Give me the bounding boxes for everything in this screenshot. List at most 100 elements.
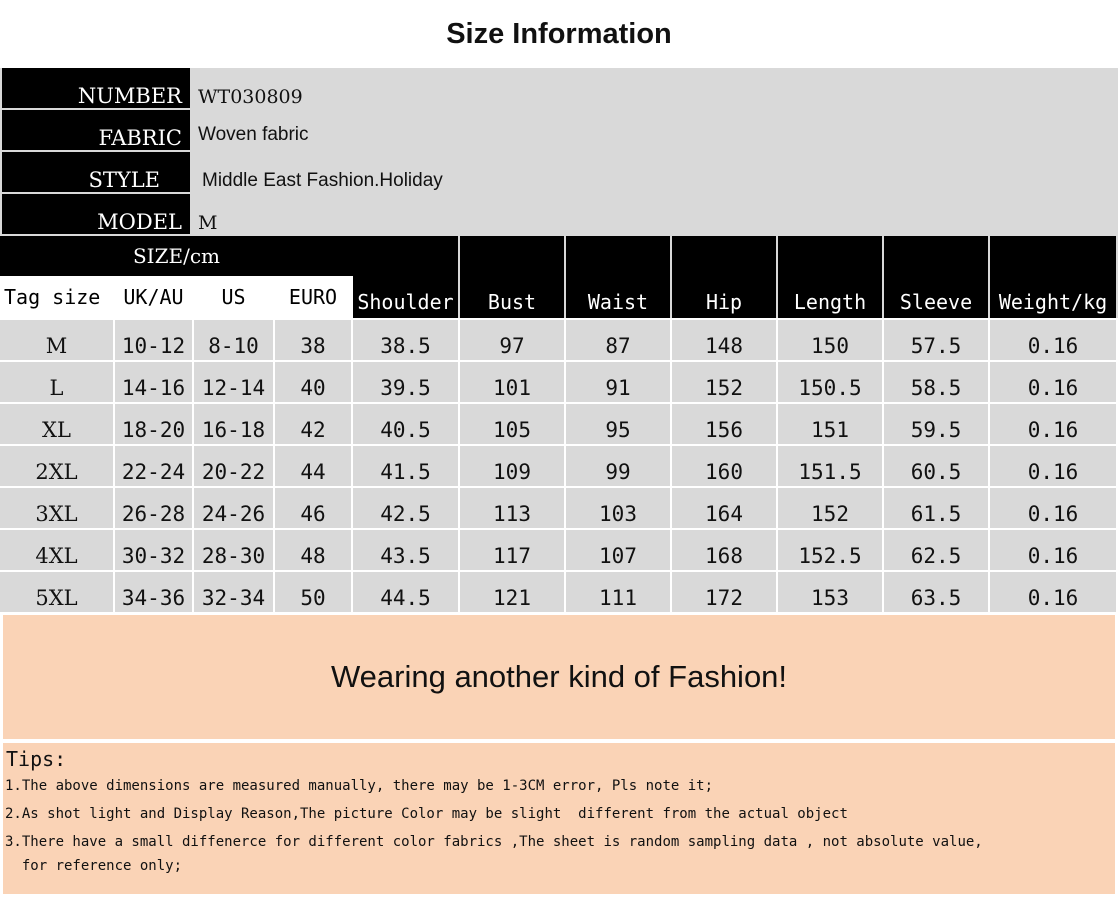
table-cell-hip: 172 — [672, 572, 776, 612]
table-cell-bust: 121 — [460, 572, 564, 612]
table-cell-us: 32-34 — [194, 572, 273, 612]
table-cell-waist: 103 — [566, 488, 670, 528]
table-cell-sleeve: 62.5 — [884, 530, 988, 570]
table-cell-length: 151 — [778, 404, 882, 444]
table-cell-weight-kg: 0.16 — [990, 530, 1116, 570]
product-info-panel: NUMBER WT030809 FABRIC Woven fabric STYL… — [0, 68, 1118, 236]
table-cell-weight-kg: 0.16 — [990, 446, 1116, 486]
table-cell-waist: 111 — [566, 572, 670, 612]
table-cell-shoulder: 41.5 — [353, 446, 458, 486]
info-value-model: M — [198, 212, 218, 234]
info-key-style: STYLE — [2, 152, 190, 192]
table-cell-bust: 105 — [460, 404, 564, 444]
table-cell-waist: 91 — [566, 362, 670, 402]
table-cell-tag-size: L — [0, 362, 113, 402]
column-header-uk-au: UK/AU — [115, 276, 192, 318]
table-cell-sleeve: 57.5 — [884, 320, 988, 360]
column-header-waist: Waist — [566, 236, 670, 318]
table-cell-sleeve: 58.5 — [884, 362, 988, 402]
table-cell-bust: 109 — [460, 446, 564, 486]
size-unit-header: SIZE/cm — [0, 236, 353, 276]
info-value-number: WT030809 — [198, 86, 303, 108]
table-cell-us: 8-10 — [194, 320, 273, 360]
table-cell-tag-size: XL — [0, 404, 113, 444]
table-cell-euro: 44 — [275, 446, 351, 486]
table-cell-uk-au: 26-28 — [115, 488, 192, 528]
column-header-shoulder: Shoulder — [353, 236, 458, 318]
table-cell-uk-au: 34-36 — [115, 572, 192, 612]
table-cell-shoulder: 42.5 — [353, 488, 458, 528]
table-cell-sleeve: 60.5 — [884, 446, 988, 486]
table-cell-length: 150.5 — [778, 362, 882, 402]
column-header-sleeve: Sleeve — [884, 236, 988, 318]
table-cell-hip: 156 — [672, 404, 776, 444]
table-cell-tag-size: 5XL — [0, 572, 113, 612]
table-cell-shoulder: 40.5 — [353, 404, 458, 444]
column-header-tag-size: Tag size — [0, 276, 113, 318]
slogan-banner: Wearing another kind of Fashion! — [3, 615, 1115, 739]
info-key-number: NUMBER — [2, 68, 190, 108]
table-cell-weight-kg: 0.16 — [990, 488, 1116, 528]
tip-item: for reference only; — [5, 858, 183, 874]
info-row-style: STYLE Middle East Fashion.Holiday — [0, 152, 1118, 192]
info-key-fabric: FABRIC — [2, 110, 190, 150]
table-cell-us: 28-30 — [194, 530, 273, 570]
table-cell-euro: 50 — [275, 572, 351, 612]
tip-item: 2.As shot light and Display Reason,The p… — [5, 806, 848, 822]
table-cell-weight-kg: 0.16 — [990, 362, 1116, 402]
table-cell-length: 153 — [778, 572, 882, 612]
table-cell-shoulder: 38.5 — [353, 320, 458, 360]
table-cell-waist: 99 — [566, 446, 670, 486]
table-cell-us: 20-22 — [194, 446, 273, 486]
table-cell-bust: 101 — [460, 362, 564, 402]
table-cell-waist: 95 — [566, 404, 670, 444]
table-cell-length: 150 — [778, 320, 882, 360]
table-cell-hip: 160 — [672, 446, 776, 486]
table-cell-euro: 46 — [275, 488, 351, 528]
table-cell-sleeve: 61.5 — [884, 488, 988, 528]
info-key-model: MODEL — [2, 194, 190, 234]
info-value-style: Middle East Fashion.Holiday — [202, 170, 443, 191]
table-cell-tag-size: M — [0, 320, 113, 360]
table-cell-sleeve: 63.5 — [884, 572, 988, 612]
tips-heading: Tips: — [6, 747, 67, 771]
table-cell-euro: 42 — [275, 404, 351, 444]
table-cell-tag-size: 4XL — [0, 530, 113, 570]
tip-item: 1.The above dimensions are measured manu… — [5, 778, 714, 794]
column-header-length: Length — [778, 236, 882, 318]
table-cell-us: 16-18 — [194, 404, 273, 444]
table-cell-euro: 38 — [275, 320, 351, 360]
table-cell-hip: 164 — [672, 488, 776, 528]
table-cell-shoulder: 44.5 — [353, 572, 458, 612]
column-header-us: US — [194, 276, 273, 318]
table-cell-length: 152 — [778, 488, 882, 528]
info-value-fabric: Woven fabric — [198, 124, 309, 145]
table-cell-bust: 97 — [460, 320, 564, 360]
table-cell-length: 151.5 — [778, 446, 882, 486]
column-header-bust: Bust — [460, 236, 564, 318]
info-row-model: MODEL M — [0, 194, 1118, 234]
page-title: Size Information — [446, 17, 672, 50]
info-row-fabric: FABRIC Woven fabric — [0, 110, 1118, 150]
tips-panel: Tips: 1.The above dimensions are measure… — [3, 743, 1115, 894]
table-cell-weight-kg: 0.16 — [990, 320, 1116, 360]
table-cell-weight-kg: 0.16 — [990, 572, 1116, 612]
table-cell-waist: 87 — [566, 320, 670, 360]
column-header-weight-kg: Weight/kg — [990, 236, 1116, 318]
table-cell-length: 152.5 — [778, 530, 882, 570]
table-cell-hip: 148 — [672, 320, 776, 360]
table-cell-shoulder: 43.5 — [353, 530, 458, 570]
column-header-hip: Hip — [672, 236, 776, 318]
table-cell-euro: 40 — [275, 362, 351, 402]
table-cell-uk-au: 18-20 — [115, 404, 192, 444]
table-cell-sleeve: 59.5 — [884, 404, 988, 444]
table-cell-bust: 117 — [460, 530, 564, 570]
table-cell-uk-au: 10-12 — [115, 320, 192, 360]
tip-item: 3.There have a small diffenerce for diff… — [5, 834, 983, 850]
table-cell-uk-au: 14-16 — [115, 362, 192, 402]
table-cell-hip: 168 — [672, 530, 776, 570]
table-cell-tag-size: 3XL — [0, 488, 113, 528]
table-cell-euro: 48 — [275, 530, 351, 570]
table-cell-us: 12-14 — [194, 362, 273, 402]
table-cell-weight-kg: 0.16 — [990, 404, 1116, 444]
